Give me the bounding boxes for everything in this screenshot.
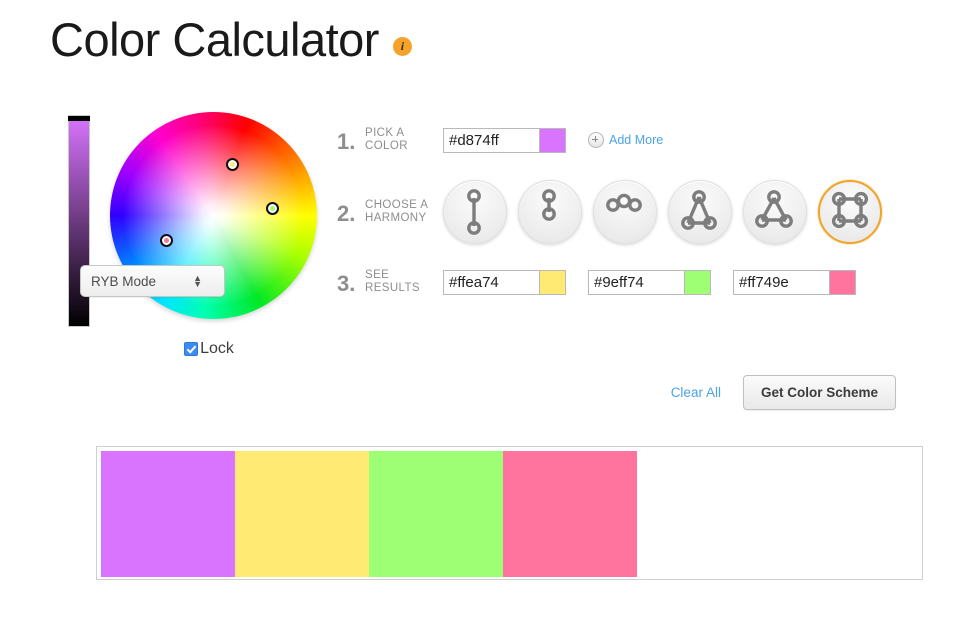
steps-panel: 1. Pick a color Add More 2. Choose a har…: [337, 112, 937, 308]
harmony-analogous-button[interactable]: [593, 180, 657, 244]
result-color-field-1[interactable]: [443, 269, 566, 295]
harmony-monochromatic-icon: [542, 189, 556, 221]
result-color-swatch-1[interactable]: [539, 269, 566, 295]
step-1-number: 1.: [337, 128, 356, 154]
add-more-label: Add More: [609, 133, 664, 147]
lock-checkbox[interactable]: [184, 342, 199, 356]
step-2-number: 2.: [337, 200, 356, 226]
result-color-input-2[interactable]: [588, 269, 684, 295]
result-color-input-1[interactable]: [443, 269, 539, 295]
result-color-input-3[interactable]: [733, 269, 829, 295]
harmony-triad-button[interactable]: [668, 180, 732, 244]
marker-pink[interactable]: [160, 234, 173, 247]
step-3-number: 3.: [337, 270, 356, 296]
info-icon[interactable]: i: [392, 37, 412, 56]
add-more-button[interactable]: Add More: [588, 132, 663, 148]
marker-yellow[interactable]: [226, 158, 239, 171]
clear-all-button[interactable]: Clear All: [671, 385, 721, 400]
lock-control[interactable]: Lock: [62, 340, 322, 358]
wheel-row: [62, 112, 322, 332]
marker-green[interactable]: [266, 202, 279, 215]
color-scheme-palette: [96, 446, 923, 580]
lock-label: Lock: [200, 340, 234, 357]
pick-color-input[interactable]: [443, 127, 539, 153]
harmony-tetrad-button[interactable]: [818, 180, 882, 244]
step-see-results: 3. See results: [337, 256, 937, 308]
step-choose-a-harmony: 2. Choose a harmony: [337, 168, 937, 256]
harmony-complementary-icon: [467, 189, 481, 235]
palette-swatch-3[interactable]: [369, 451, 503, 577]
marker-green-dot: [270, 206, 275, 211]
pick-color-field[interactable]: [443, 127, 566, 153]
stepper-arrows-icon: ▲ ▼: [193, 273, 202, 289]
harmony-monochromatic-button[interactable]: [518, 180, 582, 244]
step-1-label: Pick a color: [365, 127, 408, 152]
action-bar: Clear All Get Color Scheme: [671, 375, 896, 410]
harmony-split-complementary-button[interactable]: [743, 180, 807, 244]
harmony-tetrad-icon: [831, 191, 869, 229]
page-header: Color Calculator i: [50, 16, 412, 63]
palette-swatch-2[interactable]: [235, 451, 369, 577]
harmony-split-complementary-icon: [755, 190, 793, 228]
result-color-field-3[interactable]: [733, 269, 856, 295]
color-mode-value: RYB Mode: [91, 273, 157, 289]
brightness-slider-handle[interactable]: [68, 116, 90, 121]
result-color-field-2[interactable]: [588, 269, 711, 295]
color-wheel-panel: Lock: [62, 112, 322, 358]
palette-swatch-1[interactable]: [101, 451, 235, 577]
pick-color-swatch[interactable]: [539, 127, 566, 153]
result-color-swatch-3[interactable]: [829, 269, 856, 295]
color-mode-select[interactable]: RYB Mode ▲ ▼: [80, 265, 225, 297]
page-title: Color Calculator: [50, 13, 379, 66]
result-color-fields: [443, 269, 856, 295]
marker-yellow-dot: [230, 162, 235, 167]
harmony-options: [443, 180, 882, 244]
plus-icon[interactable]: [588, 132, 604, 148]
step-3-label: See results: [365, 269, 420, 294]
harmony-complementary-button[interactable]: [443, 180, 507, 244]
step-pick-a-color: 1. Pick a color Add More: [337, 112, 937, 168]
harmony-triad-icon: [681, 190, 717, 230]
get-color-scheme-button[interactable]: Get Color Scheme: [742, 375, 896, 410]
marker-pink-dot: [164, 238, 169, 243]
harmony-analogous-icon: [606, 193, 642, 212]
step-2-label: Choose a harmony: [365, 199, 428, 224]
result-color-swatch-2[interactable]: [684, 269, 711, 295]
palette-swatch-4[interactable]: [503, 451, 637, 577]
